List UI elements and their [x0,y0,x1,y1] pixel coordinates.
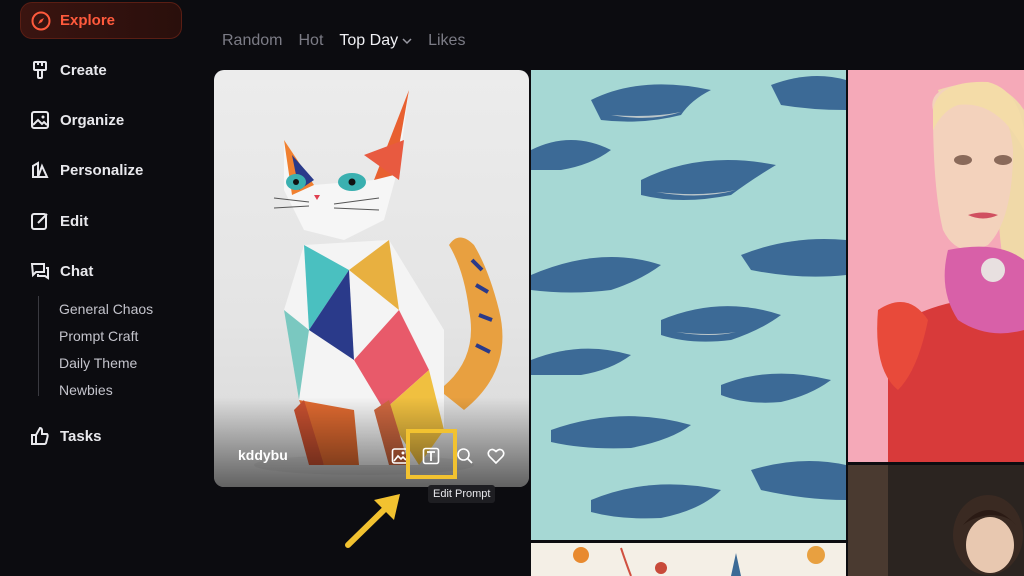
heart-icon[interactable] [485,445,507,467]
fashion-portrait-image-card[interactable] [848,70,1024,462]
sort-tabs: Random Hot Top Day Likes [222,32,481,50]
nav-tasks-label: Tasks [60,427,102,445]
tab-top-day-label: Top Day [339,32,399,49]
edit-icon [30,211,50,231]
nav-create-label: Create [60,61,107,79]
nav-organize[interactable]: Organize [30,110,124,130]
nav-edit-label: Edit [60,212,89,230]
nav-explore[interactable]: Explore [20,2,182,39]
nav-tasks[interactable]: Tasks [30,426,101,446]
nav-edit[interactable]: Edit [30,211,88,231]
girl-portrait-image-card[interactable] [848,465,1024,576]
edit-prompt-highlight-box [406,429,457,479]
chat-channel-daily-theme[interactable]: Daily Theme [59,355,137,371]
tab-random[interactable]: Random [222,32,282,50]
featured-image-card[interactable]: kddybu [214,70,529,487]
chat-icon [30,261,50,281]
nav-personalize[interactable]: Personalize [30,160,143,180]
fashion-portrait-artwork [848,70,1024,462]
nav-create[interactable]: Create [30,60,107,80]
nav-chat[interactable]: Chat [30,261,93,281]
girl-portrait-artwork [848,465,1024,576]
personalize-icon [30,160,50,180]
nav-explore-label: Explore [60,12,116,29]
search-icon[interactable] [454,445,476,467]
pointer-arrow-icon [345,494,400,548]
card-hover-overlay [214,397,529,487]
edit-prompt-tooltip: Edit Prompt [428,485,496,503]
floral-pattern-artwork [531,543,846,576]
card-username[interactable]: kddybu [238,447,288,463]
chevron-down-icon [402,38,412,45]
chat-channel-general-chaos[interactable]: General Chaos [59,301,153,317]
nav-organize-label: Organize [60,111,125,129]
tab-likes[interactable]: Likes [428,32,465,50]
chat-channel-prompt-craft[interactable]: Prompt Craft [59,328,138,344]
nav-chat-label: Chat [60,262,94,280]
chat-channel-divider [38,296,39,396]
tab-hot[interactable]: Hot [298,32,323,50]
nav-personalize-label: Personalize [60,161,144,179]
thumbs-up-icon [30,426,50,446]
image-icon [30,110,50,130]
brush-icon [30,60,50,80]
compass-icon [31,11,51,31]
dolphin-pattern-artwork [531,70,846,540]
floral-pattern-image-card[interactable] [531,543,846,576]
dolphin-pattern-image-card[interactable] [531,70,846,540]
sidebar: Explore Create Organize Personalize Edit… [0,0,200,576]
tab-top-day[interactable]: Top Day [339,32,412,50]
chat-channel-newbies[interactable]: Newbies [59,382,113,398]
